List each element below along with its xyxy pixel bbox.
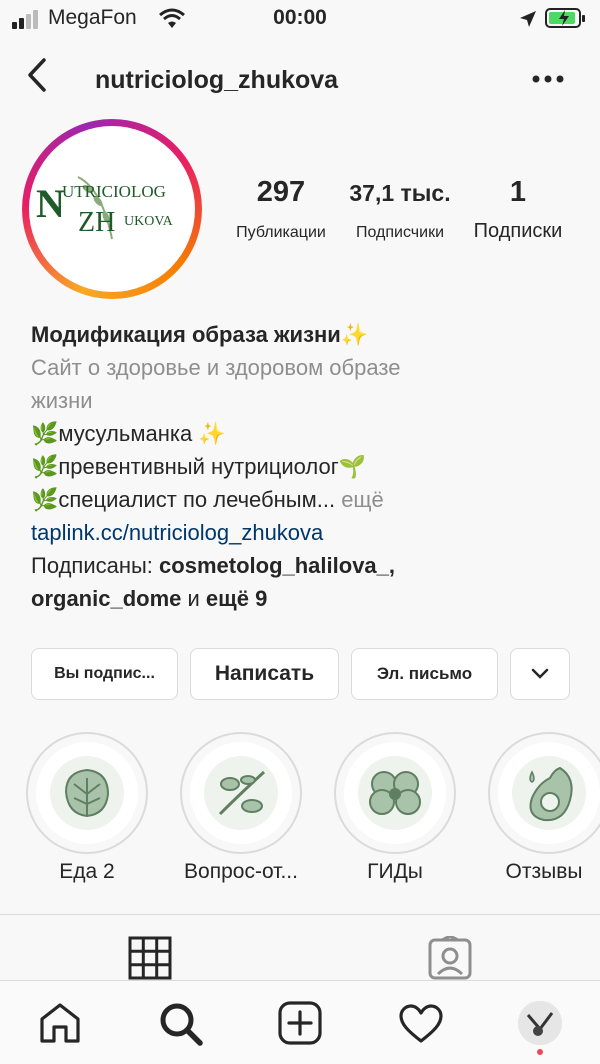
bio: Модификация образа жизни✨ Сайт о здоровь…: [31, 318, 571, 615]
email-button[interactable]: Эл. письмо: [351, 648, 498, 700]
avatar[interactable]: N UTRICIOLOG ZH UKOVA: [32, 129, 192, 289]
highlight-label[interactable]: ГИДы: [320, 860, 470, 884]
heart-icon[interactable]: [398, 1003, 444, 1045]
followed-by-cont[interactable]: organic_dome и ещё 9: [31, 582, 571, 615]
bio-more-link[interactable]: ещё: [341, 487, 384, 512]
notification-dot: [537, 1049, 543, 1055]
svg-text:UTRICIOLOG: UTRICIOLOG: [62, 182, 166, 201]
plant-icon: [204, 756, 278, 830]
grid-icon[interactable]: [128, 936, 172, 980]
new-post-icon[interactable]: [278, 1001, 322, 1045]
posts-label[interactable]: Публикации: [222, 224, 340, 242]
bio-website-link[interactable]: taplink.cc/nutriciolog_zhukova: [31, 516, 571, 549]
chevron-down-icon: [531, 668, 549, 679]
more-options-icon[interactable]: [532, 74, 564, 84]
message-button[interactable]: Написать: [190, 648, 339, 700]
highlight-label[interactable]: Вопрос-от...: [166, 860, 316, 884]
profile-display-name: Модификация образа жизни✨: [31, 322, 369, 347]
bio-line: 🌿превентивный нутрициолог🌱: [31, 454, 367, 479]
profile-category-cont: жизни: [31, 388, 93, 413]
location-arrow-icon: [520, 11, 536, 27]
followers-count[interactable]: 37,1 тыс.: [340, 180, 460, 207]
highlight-2[interactable]: [334, 732, 456, 854]
following-label[interactable]: Подписки: [462, 220, 574, 243]
status-bar: MegaFon 00:00: [0, 0, 600, 40]
profile-username: nutriciolog_zhukova: [95, 66, 339, 94]
highlight-1[interactable]: [180, 732, 302, 854]
battery-icon: [545, 8, 585, 28]
avocado-icon: [512, 756, 586, 830]
highlight-0[interactable]: [26, 732, 148, 854]
highlight-3[interactable]: [488, 732, 600, 854]
following-count[interactable]: 1: [462, 176, 574, 209]
flower-icon: [358, 756, 432, 830]
profile-avatar-icon[interactable]: [518, 1001, 562, 1045]
profile-category: Сайт о здоровье и здоровом образе: [31, 355, 401, 380]
svg-text:ZH: ZH: [78, 207, 115, 238]
followers-label[interactable]: Подписчики: [340, 224, 460, 242]
posts-count[interactable]: 297: [226, 176, 336, 209]
following-button[interactable]: Вы подпис...: [31, 648, 178, 700]
suggested-dropdown-button[interactable]: [510, 648, 570, 700]
bio-line: 🌿специалист по лечебным... ещё: [31, 487, 384, 512]
highlight-label[interactable]: Отзывы: [474, 860, 600, 884]
home-icon[interactable]: [38, 1001, 82, 1045]
clock: 00:00: [273, 6, 327, 29]
bio-line: 🌿мусульманка ✨: [31, 421, 226, 446]
bottom-nav: [0, 980, 600, 1064]
followed-by[interactable]: Подписаны: cosmetolog_halilova_,: [31, 549, 571, 582]
back-chevron-icon[interactable]: [24, 56, 50, 94]
search-icon[interactable]: [158, 1001, 204, 1047]
svg-text:UKOVA: UKOVA: [124, 214, 174, 229]
svg-text:N: N: [36, 181, 65, 226]
highlight-label[interactable]: Еда 2: [12, 860, 162, 884]
tagged-icon[interactable]: [428, 936, 472, 980]
divider: [0, 914, 600, 915]
leaf-icon: [50, 756, 124, 830]
